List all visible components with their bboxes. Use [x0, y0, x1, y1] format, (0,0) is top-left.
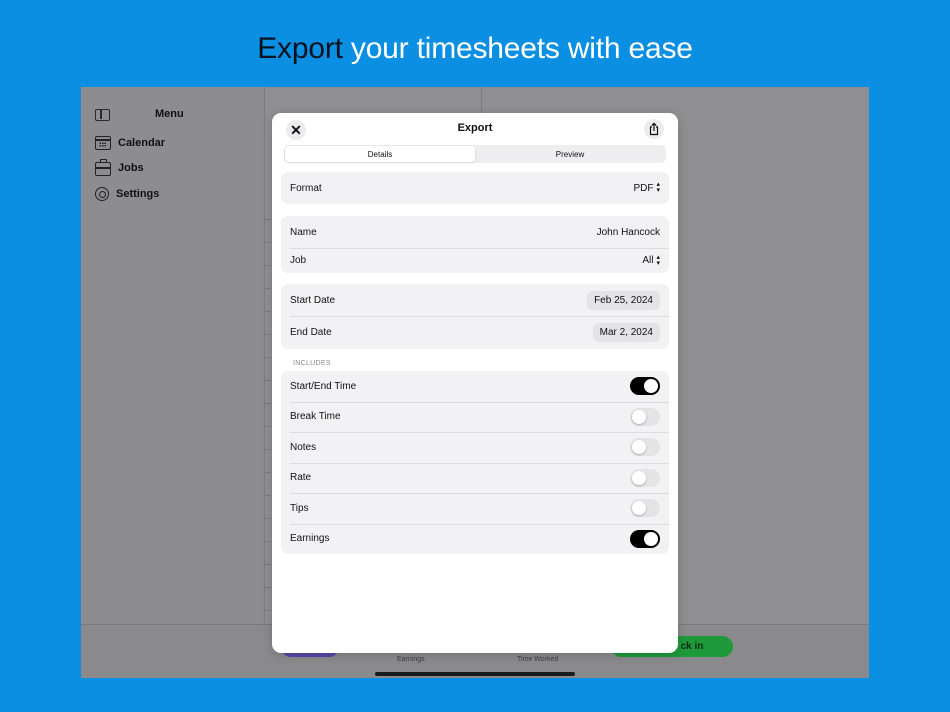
headline: Export your timesheets with ease — [0, 32, 950, 66]
sidebar-header: Menu — [95, 108, 255, 123]
include-earnings-row: Earnings — [281, 523, 669, 555]
modal-header: ✕ Export — [272, 113, 678, 145]
format-group: Format PDF ▴ ▾ — [281, 172, 669, 204]
rate-toggle[interactable] — [630, 468, 660, 487]
format-picker[interactable]: PDF ▴ ▾ — [633, 181, 660, 194]
format-row[interactable]: Format PDF ▴ ▾ — [281, 172, 669, 204]
include-label: Break Time — [290, 411, 341, 423]
modal-title: Export — [457, 122, 493, 134]
include-tips-row: Tips — [281, 493, 669, 524]
sidebar-item-jobs[interactable]: Jobs — [95, 159, 144, 177]
include-start-end-time-row: Start/End Time — [281, 371, 669, 402]
sidebar-item-label: Jobs — [118, 162, 144, 174]
include-label: Earnings — [290, 533, 330, 545]
end-date-row: End Date Mar 2, 2024 — [281, 316, 669, 349]
start-date-label: Start Date — [290, 294, 336, 306]
include-label: Tips — [290, 502, 309, 514]
calendar-icon — [95, 136, 111, 150]
job-value: All — [642, 255, 654, 266]
chevron-up-down-icon: ▴ ▾ — [656, 253, 660, 267]
include-label: Rate — [290, 472, 312, 484]
name-label: Name — [290, 226, 317, 238]
earnings-toggle[interactable] — [630, 529, 660, 548]
briefcase-icon — [95, 159, 111, 176]
include-label: Start/End Time — [290, 380, 357, 392]
details-preview-segmented-control: Details Preview — [284, 145, 666, 163]
include-rate-row: Rate — [281, 462, 669, 494]
toggle-knob — [632, 501, 646, 516]
sidebar-item-calendar[interactable]: Calendar — [95, 134, 165, 152]
share-button[interactable] — [644, 119, 664, 139]
chevron-up-down-icon: ▴ ▾ — [656, 181, 660, 194]
sidebar-toggle-icon[interactable] — [95, 109, 110, 121]
notes-toggle[interactable] — [630, 438, 660, 457]
toggle-knob — [644, 531, 658, 546]
toggle-knob — [644, 379, 658, 394]
name-row[interactable]: Name John Hancock — [281, 216, 669, 248]
start-date-picker[interactable]: Feb 25, 2024 — [587, 290, 660, 310]
sidebar-item-label: Settings — [116, 188, 160, 200]
headline-rest: your timesheets with ease — [342, 32, 693, 65]
includes-group: Start/End Time Break Time Notes Rate Tip… — [281, 371, 669, 554]
include-notes-row: Notes — [281, 432, 669, 463]
sidebar-title: Menu — [155, 108, 184, 120]
tips-toggle[interactable] — [630, 499, 660, 518]
gear-icon — [95, 187, 109, 201]
include-label: Notes — [290, 441, 317, 453]
tab-details[interactable]: Details — [285, 146, 475, 162]
export-modal: ✕ Export Details Preview Format PDF ▴ ▾ N… — [272, 113, 678, 653]
start-end-time-toggle[interactable] — [630, 377, 660, 396]
sidebar: Menu Calendar Jobs Settings — [81, 87, 265, 624]
date-range-group: Start Date Feb 25, 2024 End Date Mar 2, … — [281, 284, 669, 349]
end-date-label: End Date — [290, 327, 332, 338]
job-label: Job — [290, 255, 307, 266]
toggle-knob — [632, 409, 646, 424]
break-time-toggle[interactable] — [630, 407, 660, 426]
earnings-label: Earnings — [397, 656, 425, 663]
tab-preview[interactable]: Preview — [475, 146, 665, 162]
time-worked-label: Time Worked — [517, 656, 559, 663]
name-job-group: Name John Hancock Job All ▴ ▾ — [281, 216, 669, 273]
end-date-picker[interactable]: Mar 2, 2024 — [592, 323, 660, 342]
calendar-grid-edge — [265, 197, 271, 617]
headline-emphasis: Export — [257, 32, 343, 65]
home-indicator — [375, 672, 575, 676]
sidebar-item-settings[interactable]: Settings — [95, 185, 159, 203]
sidebar-item-label: Calendar — [118, 137, 166, 149]
name-value[interactable]: John Hancock — [597, 227, 660, 238]
job-picker[interactable]: All ▴ ▾ — [642, 253, 660, 267]
include-break-time-row: Break Time — [281, 401, 669, 433]
start-date-row: Start Date Feb 25, 2024 — [281, 284, 669, 316]
includes-section-header: INCLUDES — [293, 360, 331, 367]
share-icon — [649, 122, 659, 136]
format-label: Format — [290, 182, 322, 194]
format-value: PDF — [633, 182, 654, 194]
job-row[interactable]: Job All ▴ ▾ — [281, 248, 669, 273]
toggle-knob — [632, 440, 646, 455]
toggle-knob — [632, 470, 646, 485]
